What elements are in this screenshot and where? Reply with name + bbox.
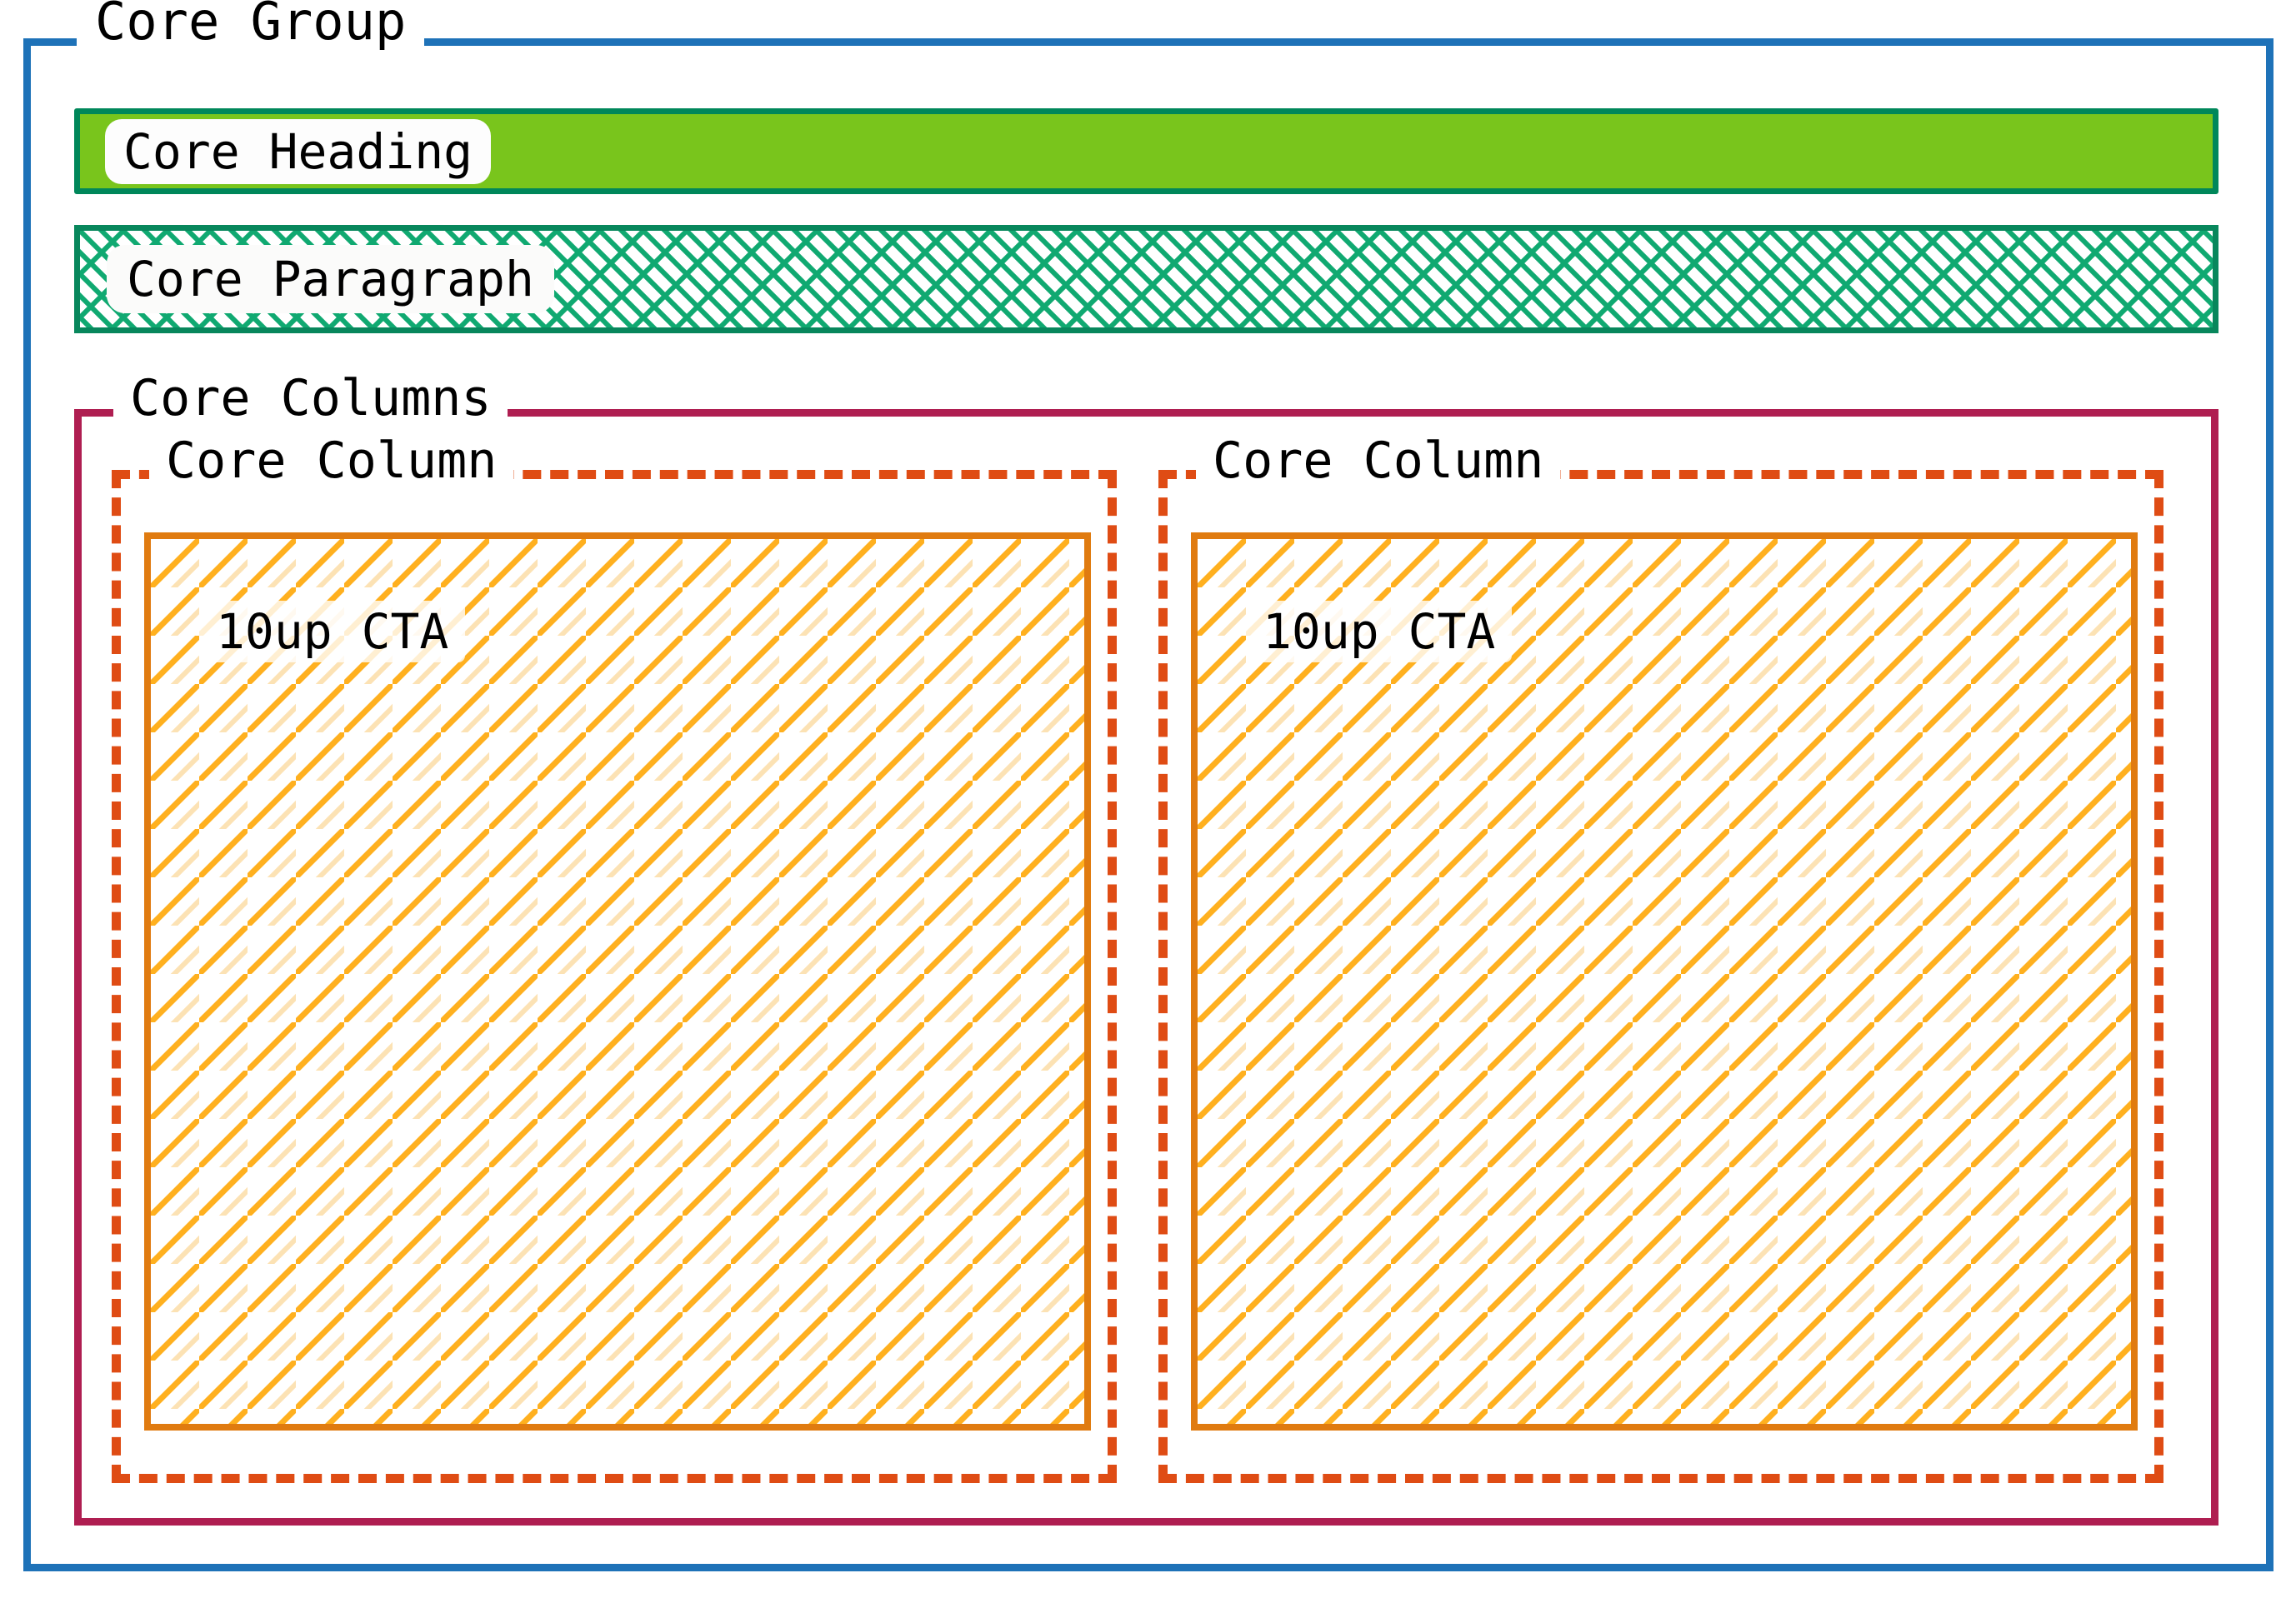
core-heading-label: Core Heading [105,118,492,184]
tenup-cta-label: 10up CTA [199,601,466,662]
core-paragraph-block[interactable]: Core Paragraph [74,225,2218,333]
diagonal-hatch-pattern-icon [151,539,1084,1424]
core-columns-block[interactable]: Core Columns Core Column 10up CTA Core C… [74,373,2218,1526]
core-paragraph-label: Core Paragraph [107,245,554,313]
diagonal-hatch-pattern-icon [1198,539,2131,1424]
tenup-cta-block[interactable]: 10up CTA [144,532,1091,1431]
tenup-cta-block[interactable]: 10up CTA [1191,532,2138,1431]
core-group-block[interactable]: Core Group Core Heading Core Paragraph C… [23,0,2273,1571]
core-group-label: Core Group [77,0,425,47]
core-column-label: Core Column [1196,436,1561,486]
core-heading-block[interactable]: Core Heading [74,108,2218,194]
core-column-label: Core Column [149,436,514,486]
tenup-cta-label: 10up CTA [1246,601,1513,662]
core-column-block[interactable]: Core Column 10up CTA [112,436,1117,1483]
core-column-block[interactable]: Core Column 10up CTA [1158,436,2163,1483]
diagram-canvas: Core Group Core Heading Core Paragraph C… [0,0,2296,1613]
core-columns-label: Core Columns [113,373,508,423]
